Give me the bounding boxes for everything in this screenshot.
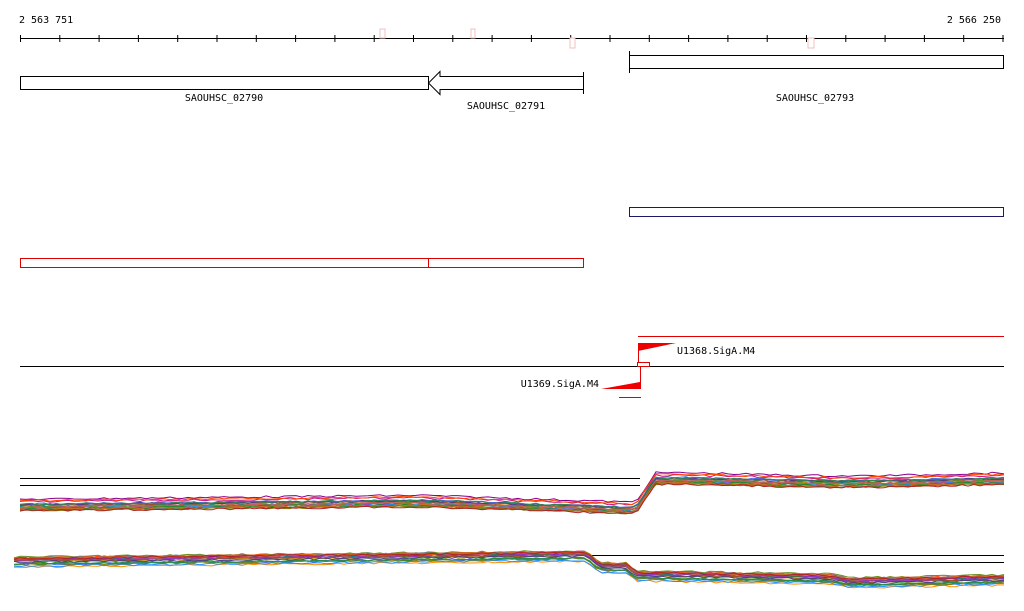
coordinate-ruler: 2 563 751 2 566 250 (19, 15, 1004, 49)
expression-curve (19, 474, 1005, 506)
gene-feature-arrow[interactable] (427, 70, 584, 96)
promoter-label: U1369.SigA.M4 (521, 379, 599, 390)
ruler-marker (470, 28, 476, 39)
ruler-marker (569, 37, 576, 49)
promoter-flag-forward[interactable] (638, 343, 676, 351)
promoter-label: U1368.SigA.M4 (677, 346, 755, 357)
ruler-start-label: 2 563 751 (19, 15, 73, 26)
ruler-marker (379, 28, 386, 39)
expression-curves (13, 550, 1005, 589)
gene-track: SAOUHSC_02790 SAOUHSC_02791 SAOUHSC_0279… (20, 51, 1004, 112)
gene-label: SAOUHSC_02791 (467, 101, 545, 112)
transcript-track (20, 207, 1004, 268)
gene-feature[interactable] (20, 76, 429, 90)
promoter-site-marker (637, 362, 650, 367)
expression-track-reverse (13, 550, 1005, 589)
expression-track-forward (19, 471, 1005, 515)
reverse-transcript-block[interactable] (428, 258, 584, 268)
promoter-track: U1368.SigA.M4 U1369.SigA.M4 (20, 336, 1004, 398)
genome-browser-view: 2 563 751 2 566 250 SAOUHSC_02790 SAOUHS… (13, 15, 1005, 589)
gene-label: SAOUHSC_02793 (776, 93, 854, 104)
forward-transcript-block[interactable] (629, 207, 1004, 217)
promoter-flag-reverse[interactable] (601, 382, 640, 389)
ruler-end-label: 2 566 250 (947, 15, 1001, 26)
gene-label: SAOUHSC_02790 (185, 93, 263, 104)
gene-feature[interactable] (629, 55, 1004, 69)
reverse-transcript-block[interactable] (20, 258, 429, 268)
ruler-marker (807, 37, 815, 49)
